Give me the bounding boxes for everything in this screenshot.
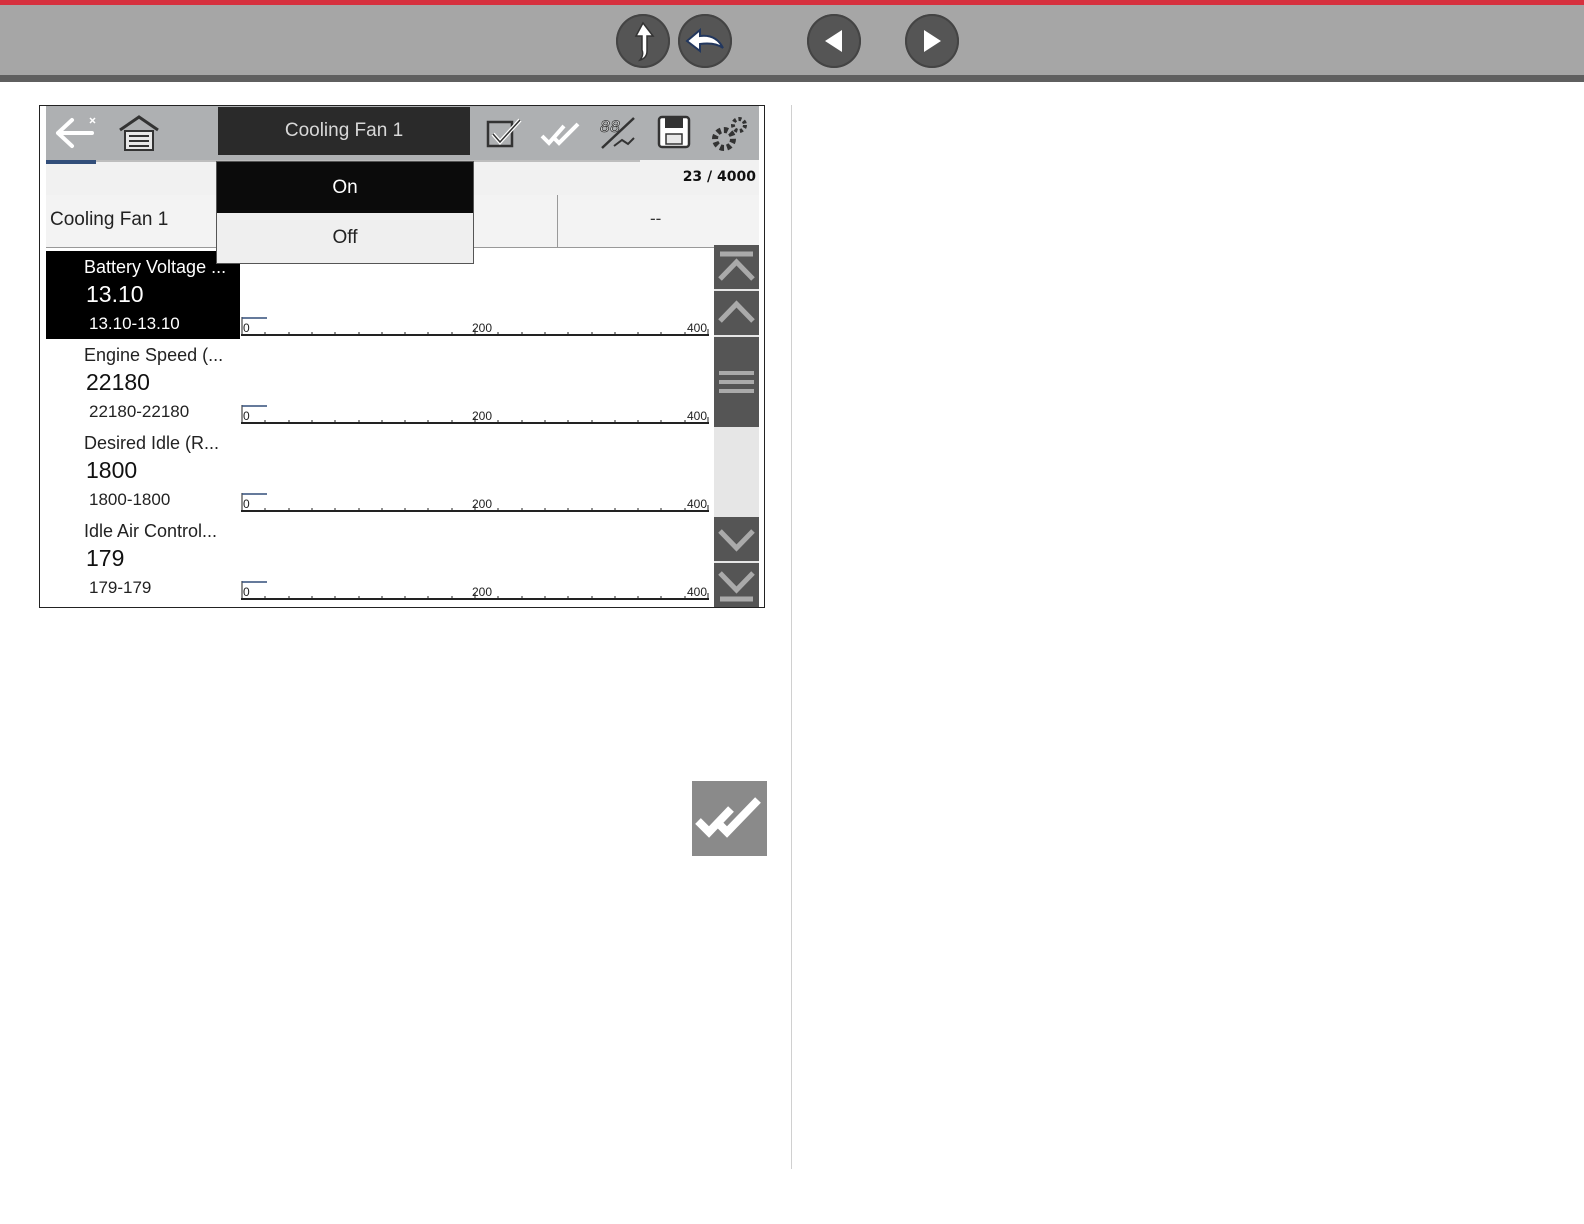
graph-axis-label: 400 xyxy=(687,321,707,335)
data-list-item[interactable]: Idle Air Control... 179 179-179 0 200 400 xyxy=(46,515,711,603)
data-item-name: Battery Voltage ... xyxy=(84,257,227,277)
data-list-item[interactable]: Engine Speed (... 22180 22180-22180 0 200 400 xyxy=(46,339,711,427)
chevron-up-icon xyxy=(718,300,755,323)
graph-axis-label: 0 xyxy=(243,585,250,599)
save-icon[interactable] xyxy=(654,112,694,154)
graph-axis-label: 400 xyxy=(687,409,707,423)
data-item-value: 22180 xyxy=(86,369,150,395)
up-button[interactable] xyxy=(616,14,670,68)
graph-axis-label: 200 xyxy=(472,321,492,335)
dropdown-option-on[interactable]: On xyxy=(217,162,473,213)
graph-axis-label: 400 xyxy=(687,585,707,599)
graph-axis-label: 400 xyxy=(687,497,707,511)
previous-page-button[interactable] xyxy=(807,14,861,68)
data-item-range: 13.10-13.10 xyxy=(89,314,180,333)
scanner-screen: Cooling Fan 1 88 23 / 4000 Cooling Fan 1… xyxy=(39,105,765,608)
data-list-item[interactable]: Battery Voltage ... 13.10 13.10-13.10 0 200 4… xyxy=(46,251,711,339)
drag-handle-icon xyxy=(719,371,754,393)
pid-value: -- xyxy=(650,209,662,228)
data-item-value: 1800 xyxy=(86,457,138,483)
check-all-callout xyxy=(692,781,767,856)
scroll-up-button[interactable] xyxy=(714,291,759,335)
column-divider xyxy=(791,105,792,1169)
graph-axis-label: 200 xyxy=(472,409,492,423)
data-list: Battery Voltage ... 13.10 13.10-13.10 0 200 4… xyxy=(46,251,711,607)
data-item-range: 1800-1800 xyxy=(89,490,171,509)
check-all-icon xyxy=(695,797,761,838)
scrollbar[interactable] xyxy=(714,245,759,607)
top-accent-stripe xyxy=(0,0,1584,5)
chevron-down-icon xyxy=(718,529,755,552)
graph-axis-label: 0 xyxy=(243,497,250,511)
data-item-graph: 0 200 400 xyxy=(241,581,709,600)
pid-title[interactable]: Cooling Fan 1 xyxy=(218,107,470,155)
next-icon xyxy=(924,30,941,52)
graph-axis-label: 0 xyxy=(243,321,250,335)
data-item-graph: 0 200 400 xyxy=(241,493,709,512)
graph-axis-label: 200 xyxy=(472,585,492,599)
pid-separator xyxy=(557,195,558,247)
progress-fill xyxy=(46,160,96,164)
graph-axis-label: 200 xyxy=(472,497,492,511)
back-icon[interactable] xyxy=(52,112,102,154)
scroll-bottom-icon xyxy=(718,571,755,602)
screen-toolbar: Cooling Fan 1 88 xyxy=(46,106,759,160)
back-button[interactable] xyxy=(678,14,732,68)
graph-axis-label: 0 xyxy=(243,409,250,423)
frame-counter: 23 / 4000 xyxy=(682,169,756,185)
settings-icon[interactable] xyxy=(708,112,752,154)
data-item-graph: 0 200 400 xyxy=(241,405,709,424)
data-item-label-block: Desired Idle (R... 1800 1800-1800 xyxy=(46,427,240,515)
top-nav-bar xyxy=(0,0,1584,82)
home-icon[interactable] xyxy=(116,112,162,154)
next-page-button[interactable] xyxy=(905,14,959,68)
data-item-graph: 0 200 400 xyxy=(241,317,709,336)
pid-name: Cooling Fan 1 xyxy=(50,209,169,230)
data-item-label-block: Idle Air Control... 179 179-179 xyxy=(46,515,240,603)
top-bottom-stripe xyxy=(0,75,1584,82)
up-icon xyxy=(634,21,655,62)
state-dropdown: On Off xyxy=(216,161,474,264)
pid-icon[interactable]: 88 xyxy=(596,112,640,154)
scroll-down-button[interactable] xyxy=(714,517,759,561)
data-item-name: Desired Idle (R... xyxy=(84,433,220,453)
scroll-bottom-button[interactable] xyxy=(714,563,759,607)
check-all-icon[interactable] xyxy=(538,112,582,154)
data-item-label-block: Engine Speed (... 22180 22180-22180 xyxy=(46,339,240,427)
back-arrow-icon xyxy=(685,27,724,54)
data-item-name: Engine Speed (... xyxy=(84,345,224,365)
data-list-item[interactable]: Desired Idle (R... 1800 1800-1800 0 200 400 xyxy=(46,427,711,515)
data-item-range: 179-179 xyxy=(89,578,152,597)
scroll-top-icon xyxy=(718,251,755,281)
check-icon[interactable] xyxy=(484,112,524,154)
data-item-value: 13.10 xyxy=(86,281,144,307)
data-item-label-block: Battery Voltage ... 13.10 13.10-13.10 xyxy=(46,251,240,339)
scroll-top-button[interactable] xyxy=(714,245,759,289)
data-item-range: 22180-22180 xyxy=(89,402,190,421)
previous-icon xyxy=(825,30,842,52)
data-item-name: Idle Air Control... xyxy=(84,521,218,541)
dropdown-option-off[interactable]: Off xyxy=(217,213,473,263)
data-item-value: 179 xyxy=(86,545,125,571)
scroll-thumb[interactable] xyxy=(714,337,759,427)
